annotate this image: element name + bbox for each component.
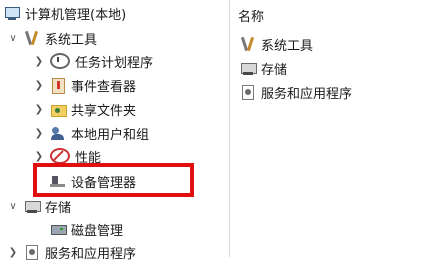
storage-icon — [24, 198, 41, 214]
tree-item-device-manager[interactable]: 设备管理器 — [50, 170, 136, 192]
tree-item-local-users[interactable]: ❯ 本地用户和组 — [34, 122, 149, 144]
tree-item-label: 系统工具 — [45, 32, 98, 48]
tree-item-label: 共享文件夹 — [71, 103, 137, 119]
tree-item-disk-management[interactable]: 磁盘管理 — [50, 218, 123, 240]
chevron-right-icon[interactable]: ❯ — [34, 80, 44, 91]
tree-item-label: 服务和应用程序 — [45, 246, 137, 262]
tree-item-label: 性能 — [75, 150, 102, 166]
chevron-right-icon[interactable]: ❯ — [34, 151, 44, 162]
tree-item-services-apps[interactable]: ❯ 服务和应用程序 — [8, 241, 136, 263]
storage-icon — [240, 60, 257, 76]
chevron-right-icon[interactable]: ❯ — [34, 56, 44, 67]
chevron-right-icon[interactable]: ❯ — [34, 104, 44, 115]
tree-item-label: 设备管理器 — [71, 175, 137, 191]
tree-item-performance[interactable]: ❯ 性能 — [34, 145, 101, 167]
clock-icon — [50, 53, 70, 69]
tree-item-shared-folders[interactable]: ❯ 共享文件夹 — [34, 98, 136, 120]
tree-item-computer-management[interactable]: 计算机管理(本地) — [4, 2, 126, 24]
list-item-label: 系统工具 — [261, 38, 314, 54]
device-manager-icon — [50, 173, 66, 189]
tree-item-label: 事件查看器 — [71, 79, 137, 95]
tree-item-label: 本地用户和组 — [71, 127, 150, 143]
disk-icon — [50, 221, 67, 237]
list-item-label: 存储 — [261, 62, 288, 78]
services-icon — [24, 244, 40, 260]
list-item[interactable]: 系统工具 — [240, 33, 313, 55]
list-item-label: 服务和应用程序 — [261, 86, 353, 102]
tree-item-label: 存储 — [45, 200, 72, 216]
performance-icon — [50, 148, 70, 164]
column-header-name[interactable]: 名称 — [238, 4, 264, 26]
tree-item-system-tools[interactable]: ∨ 系统工具 — [8, 27, 97, 49]
list-item[interactable]: 存储 — [240, 57, 287, 79]
navigation-tree: 计算机管理(本地) ∨ 系统工具 ❯ 任务计划程序 ❯ 事件查看器 ❯ 共享文件… — [0, 0, 229, 262]
chevron-down-icon[interactable]: ∨ — [8, 33, 18, 44]
tools-icon — [24, 30, 40, 46]
event-viewer-icon — [50, 77, 66, 94]
tools-icon — [240, 36, 256, 52]
tree-item-task-scheduler[interactable]: ❯ 任务计划程序 — [34, 50, 153, 72]
details-pane: 名称 系统工具 存储 服务和应用程序 — [230, 0, 442, 257]
column-header-label: 名称 — [238, 9, 265, 25]
users-icon — [50, 125, 66, 141]
services-icon — [240, 84, 256, 100]
tree-item-label: 计算机管理(本地) — [25, 7, 127, 23]
chevron-down-icon[interactable]: ∨ — [8, 201, 18, 212]
chevron-right-icon[interactable]: ❯ — [34, 128, 44, 139]
list-item[interactable]: 服务和应用程序 — [240, 81, 352, 103]
tree-item-storage[interactable]: ∨ 存储 — [8, 195, 71, 217]
computer-management-icon — [4, 5, 20, 21]
tree-item-label: 任务计划程序 — [75, 55, 154, 71]
shared-folder-icon — [50, 101, 67, 117]
chevron-right-icon[interactable]: ❯ — [8, 247, 18, 258]
tree-item-event-viewer[interactable]: ❯ 事件查看器 — [34, 74, 136, 96]
tree-item-label: 磁盘管理 — [71, 223, 124, 239]
